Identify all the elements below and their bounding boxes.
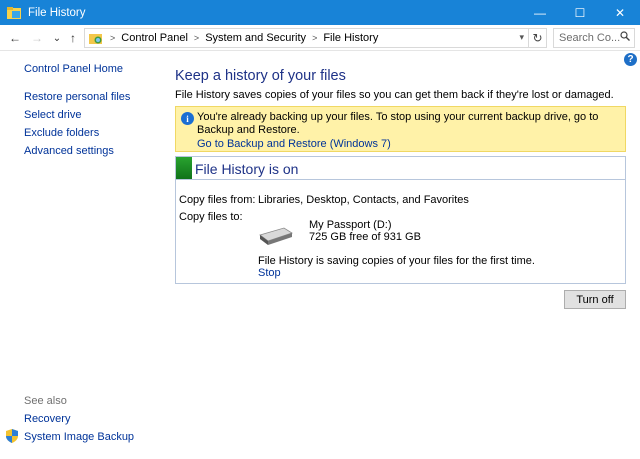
up-arrow-icon[interactable]: ↑	[64, 29, 82, 47]
close-button[interactable]: ✕	[600, 0, 640, 25]
breadcrumb-separator: >	[110, 33, 116, 43]
page-title: Keep a history of your files	[175, 68, 346, 84]
address-dropdown-chevron-icon[interactable]: ▾	[519, 32, 524, 43]
external-drive-icon	[258, 226, 294, 246]
sidebar-item-select-drive[interactable]: Select drive	[24, 109, 81, 121]
saving-status-text: File History is saving copies of your fi…	[258, 255, 535, 267]
copy-from-label: Copy files from:	[179, 194, 256, 206]
title-bar: File History — ☐ ✕	[0, 0, 640, 25]
status-header: File History is on	[176, 157, 625, 180]
turn-off-button[interactable]: Turn off	[564, 290, 626, 309]
refresh-icon[interactable]: ↻	[529, 28, 547, 48]
breadcrumb-control-panel[interactable]: Control Panel	[121, 32, 188, 44]
drive-name: My Passport (D:)	[309, 219, 392, 231]
stop-link[interactable]: Stop	[258, 267, 281, 279]
file-history-app-icon	[6, 6, 22, 20]
back-arrow-icon[interactable]: ←	[6, 29, 24, 47]
maximize-button[interactable]: ☐	[560, 0, 600, 25]
address-bar[interactable]: > Control Panel > System and Security > …	[84, 28, 529, 48]
drive-free-space: 725 GB free of 931 GB	[309, 231, 421, 243]
search-input[interactable]	[559, 32, 623, 44]
shield-icon	[6, 429, 18, 443]
search-box[interactable]	[553, 28, 635, 48]
sidebar-item-restore-personal-files[interactable]: Restore personal files	[24, 91, 130, 103]
control-panel-folder-icon	[88, 31, 104, 45]
info-bar: i You're already backing up your files. …	[175, 106, 626, 152]
backup-and-restore-link[interactable]: Go to Backup and Restore (Windows 7)	[197, 138, 391, 150]
info-message: You're already backing up your files. To…	[197, 111, 599, 136]
breadcrumb-file-history[interactable]: File History	[323, 32, 378, 44]
copy-to-label: Copy files to:	[179, 211, 243, 223]
copy-from-value: Libraries, Desktop, Contacts, and Favori…	[258, 194, 469, 206]
page-description: File History saves copies of your files …	[175, 89, 614, 101]
breadcrumb-separator: >	[312, 33, 318, 43]
help-icon[interactable]: ?	[624, 53, 637, 66]
minimize-button[interactable]: —	[520, 0, 560, 25]
sidebar-item-recovery[interactable]: Recovery	[24, 413, 70, 425]
status-on-indicator	[176, 157, 192, 179]
info-icon: i	[181, 112, 194, 125]
window-title: File History	[28, 6, 86, 19]
sidebar-item-system-image-backup[interactable]: System Image Backup	[24, 431, 134, 443]
forward-arrow-icon[interactable]: →	[28, 29, 46, 47]
status-heading: File History is on	[195, 161, 299, 177]
breadcrumb-separator: >	[193, 33, 200, 43]
navigation-bar: ← → ⌄ ↑ > Control Panel > System and Sec…	[0, 25, 640, 51]
sidebar-item-control-panel-home[interactable]: Control Panel Home	[24, 63, 123, 75]
sidebar-item-exclude-folders[interactable]: Exclude folders	[24, 127, 99, 139]
search-icon[interactable]	[620, 31, 630, 44]
see-also-label: See also	[24, 395, 67, 407]
breadcrumb-system-and-security[interactable]: System and Security	[205, 32, 306, 44]
sidebar-item-advanced-settings[interactable]: Advanced settings	[24, 145, 114, 157]
